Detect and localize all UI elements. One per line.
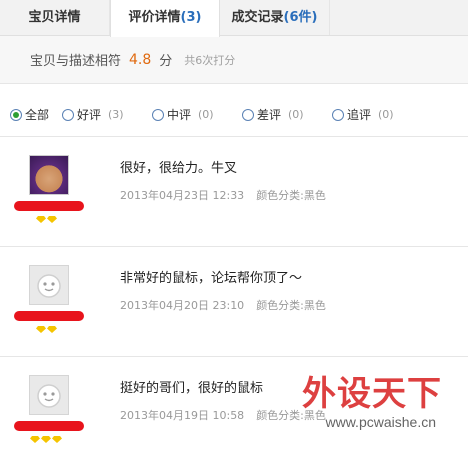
filter-count: (3) (108, 108, 124, 121)
rating-summary: 宝贝与描述相符 4.8 分 共6次打分 (0, 36, 468, 84)
review-attr: 颜色分类:黑色 (256, 189, 326, 202)
diamond-icon (41, 436, 51, 443)
avatar[interactable] (26, 265, 70, 309)
review-time: 2013年04月20日 23:10 (120, 299, 245, 312)
review-time: 2013年04月19日 10:58 (120, 409, 245, 422)
filter-all[interactable]: 全部 (10, 106, 62, 123)
filter-label: 好评 (77, 108, 102, 122)
diamond-icon (47, 216, 57, 223)
tab-label: 宝贝详情 (28, 10, 81, 25)
radio-selected-icon[interactable] (10, 108, 22, 121)
review-item: 很好，很给力。牛叉 2013年04月23日 12:33 颜色分类:黑色 (0, 137, 468, 247)
user-rank-icon (36, 326, 57, 333)
username-redacted (14, 201, 84, 211)
review-text: 挺好的哥们，很好的鼠标 (120, 381, 264, 396)
filter-followup[interactable]: 追评 (0) (332, 106, 422, 123)
tab-count: (3) (180, 10, 202, 25)
avatar[interactable] (26, 375, 70, 419)
review-filter-bar: 全部 好评 (3) 中评 (0) 差评 (0) 追评 (0) (0, 93, 468, 137)
review-attr: 颜色分类:黑色 (256, 409, 326, 422)
review-item: 非常好的鼠标，论坛帮你顶了～ 2013年04月20日 23:10 颜色分类:黑色 (0, 247, 468, 357)
radio-icon[interactable] (152, 108, 164, 121)
filter-label: 追评 (347, 108, 372, 122)
diamond-icon (36, 216, 46, 223)
tab-transactions[interactable]: 成交记录(6件) (220, 0, 330, 35)
summary-unit: 分 (159, 54, 173, 69)
summary-label: 宝贝与描述相符 (30, 54, 122, 69)
radio-icon[interactable] (62, 108, 74, 121)
user-rank-icon (30, 436, 62, 443)
tab-bar: 宝贝详情 评价详情(3) 成交记录(6件) (0, 0, 468, 37)
diamond-icon (52, 436, 62, 443)
tab-count: (6件) (283, 10, 318, 25)
tab-reviews[interactable]: 评价详情(3) (110, 0, 220, 37)
filter-count: (0) (378, 108, 394, 121)
diamond-icon (47, 326, 57, 333)
review-meta: 2013年04月20日 23:10 颜色分类:黑色 (120, 297, 326, 313)
avatar[interactable] (26, 155, 70, 199)
review-meta: 2013年04月23日 12:33 颜色分类:黑色 (120, 187, 326, 203)
filter-count: (0) (288, 108, 304, 121)
username-redacted (14, 421, 84, 431)
username-redacted (14, 311, 84, 321)
radio-icon[interactable] (242, 108, 254, 121)
diamond-icon (30, 436, 40, 443)
tab-item-details[interactable]: 宝贝详情 (0, 0, 110, 35)
tab-label: 成交记录 (231, 10, 284, 25)
filter-label: 全部 (25, 108, 50, 122)
diamond-icon (36, 326, 46, 333)
radio-icon[interactable] (332, 108, 344, 121)
filter-neutral[interactable]: 中评 (0) (152, 106, 242, 123)
user-rank-icon (36, 216, 57, 223)
filter-bad[interactable]: 差评 (0) (242, 106, 332, 123)
review-item: 挺好的哥们，很好的鼠标 2013年04月19日 10:58 颜色分类:黑色 (0, 357, 468, 467)
tab-label: 评价详情 (128, 10, 181, 25)
default-avatar-icon (29, 375, 69, 415)
filter-good[interactable]: 好评 (3) (62, 106, 152, 123)
review-meta: 2013年04月19日 10:58 颜色分类:黑色 (120, 407, 326, 423)
summary-score: 4.8 (129, 51, 152, 68)
user-photo-avatar (29, 155, 69, 195)
review-text: 很好，很给力。牛叉 (120, 161, 238, 176)
filter-label: 差评 (257, 108, 282, 122)
review-time: 2013年04月23日 12:33 (120, 189, 245, 202)
filter-count: (0) (198, 108, 214, 121)
summary-note: 共6次打分 (184, 53, 236, 67)
review-text: 非常好的鼠标，论坛帮你顶了～ (120, 271, 303, 286)
filter-label: 中评 (167, 108, 192, 122)
default-avatar-icon (29, 265, 69, 305)
review-attr: 颜色分类:黑色 (256, 299, 326, 312)
